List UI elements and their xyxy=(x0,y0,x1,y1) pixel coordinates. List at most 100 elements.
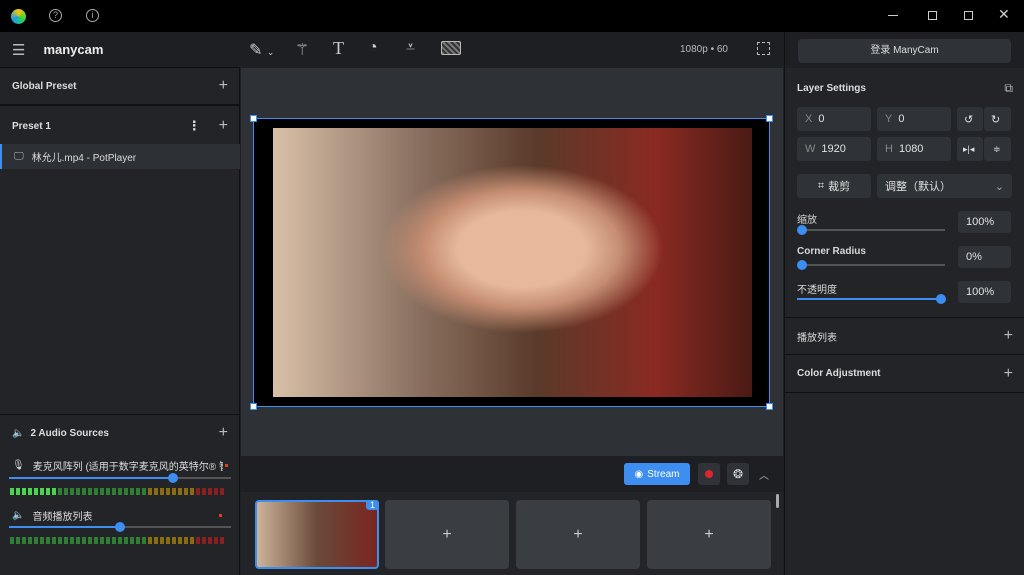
meter-segment xyxy=(94,537,98,544)
lower-third-icon[interactable]: ⩡ xyxy=(406,39,415,57)
add-global-preset-icon[interactable]: + xyxy=(219,77,228,95)
x-field[interactable]: X0 xyxy=(797,107,871,131)
y-field[interactable]: Y0 xyxy=(877,107,951,131)
meter-segment xyxy=(130,488,134,495)
meter-segment xyxy=(22,537,26,544)
opacity-slider[interactable] xyxy=(797,294,946,304)
meter-segment xyxy=(154,537,158,544)
mic-volume-slider[interactable] xyxy=(9,473,231,483)
chroma-key-icon[interactable] xyxy=(441,41,461,55)
meter-segment xyxy=(34,537,38,544)
meter-segment xyxy=(184,488,188,495)
meter-segment xyxy=(124,537,128,544)
info-icon[interactable]: i xyxy=(86,9,99,22)
meter-segment xyxy=(214,488,218,495)
preset-header: Preset 1 ⋮ + xyxy=(12,117,228,135)
meter-segment xyxy=(142,537,146,544)
meter-segment xyxy=(190,537,194,544)
meter-segment xyxy=(106,537,110,544)
meter-segment xyxy=(40,537,44,544)
timer-icon[interactable]: ◔ xyxy=(368,39,378,57)
source-item[interactable]: 🖵 林允儿.mp4 - PotPlayer xyxy=(0,144,240,169)
popout-icon[interactable]: ⧉ xyxy=(1004,81,1013,96)
add-preset-slot[interactable]: + xyxy=(385,500,509,569)
help-icon[interactable]: ? xyxy=(49,9,62,22)
height-field[interactable]: H 1080 xyxy=(877,137,951,161)
login-button[interactable]: 登录 ManyCam xyxy=(798,39,1011,63)
scale-slider[interactable] xyxy=(797,225,945,235)
text-icon[interactable]: T xyxy=(333,38,344,59)
meter-segment xyxy=(214,537,218,544)
meter-segment xyxy=(100,537,104,544)
broadcast-icon: ◉ xyxy=(634,468,644,480)
meter-segment xyxy=(70,537,74,544)
more-icon[interactable]: ⋮ xyxy=(188,118,201,134)
video-layer[interactable] xyxy=(250,115,773,410)
add-preset-slot[interactable]: + xyxy=(647,500,771,569)
meter-segment xyxy=(100,488,104,495)
meter-segment xyxy=(208,488,212,495)
width-field[interactable]: W 1920 xyxy=(797,137,871,161)
fullscreen-icon[interactable] xyxy=(757,42,770,55)
adjust-dropdown[interactable]: 调整（默认） ⌄ xyxy=(877,174,1012,198)
center-panel: ✎ ⌄ ⚚ T ◔ ⩡ 1080p • 60 ◉ Stream ❂ ︿ xyxy=(241,32,783,575)
meter-segment xyxy=(112,488,116,495)
monitor-icon: 🖵 xyxy=(14,151,24,162)
meter-segment xyxy=(28,537,32,544)
maximize-icon[interactable] xyxy=(964,11,973,20)
scale-field[interactable]: 100% xyxy=(958,211,1011,233)
crop-button[interactable]: ⌗ 裁剪 xyxy=(797,174,871,198)
meter-segment xyxy=(16,488,20,495)
rotate-left-button[interactable]: ↺ xyxy=(957,107,983,131)
add-source-icon[interactable]: + xyxy=(219,117,228,135)
menu-icon[interactable]: ☰ xyxy=(12,41,25,59)
left-panel: ☰ manycam Global Preset + Preset 1 ⋮ + 🖵 … xyxy=(0,32,240,575)
restore-icon[interactable] xyxy=(928,11,937,20)
stream-button[interactable]: ◉ Stream xyxy=(624,463,690,485)
meter-segment xyxy=(64,488,68,495)
meter-segment xyxy=(172,537,176,544)
magic-wand-icon[interactable]: ⚚ xyxy=(295,40,309,60)
preset-thumbnail-1[interactable]: 1 xyxy=(255,500,379,569)
corner-radius-slider[interactable] xyxy=(797,260,945,270)
meter-segment xyxy=(10,488,14,495)
meter-segment xyxy=(184,537,188,544)
thumbnail-scrollbar[interactable] xyxy=(776,494,779,508)
meter-segment xyxy=(82,488,86,495)
meter-segment xyxy=(202,488,206,495)
opacity-field[interactable]: 100% xyxy=(958,281,1011,303)
playlist-volume-slider[interactable] xyxy=(9,522,231,532)
flip-horizontal-button[interactable]: ▸|◂ xyxy=(957,137,983,161)
collapse-icon[interactable]: ︿ xyxy=(759,467,769,482)
meter-segment xyxy=(190,488,194,495)
pen-icon[interactable]: ✎ ⌄ xyxy=(249,40,274,60)
add-preset-slot[interactable]: + xyxy=(516,500,640,569)
meter-segment xyxy=(160,488,164,495)
title-bar: ? i ✕ xyxy=(0,0,1024,32)
playlist-section[interactable]: 播放列表 + xyxy=(785,317,1024,355)
meter-segment xyxy=(46,488,50,495)
speaker-icon: 🔈 xyxy=(12,509,25,521)
meter-segment xyxy=(88,537,92,544)
meter-segment xyxy=(178,488,182,495)
meter-segment xyxy=(196,537,200,544)
meter-segment xyxy=(136,537,140,544)
minimize-icon[interactable] xyxy=(888,15,898,16)
flip-vertical-button[interactable]: ≑ xyxy=(984,137,1011,161)
meter-segment xyxy=(82,537,86,544)
color-adjustment-section[interactable]: Color Adjustment + xyxy=(785,355,1024,393)
corner-radius-field[interactable]: 0% xyxy=(958,246,1011,268)
add-audio-icon[interactable]: + xyxy=(219,424,228,442)
meter-segment xyxy=(220,537,224,544)
record-button[interactable] xyxy=(698,463,720,485)
audio-source-playlist: 🔈 音频播放列表 xyxy=(0,507,240,523)
meter-segment xyxy=(58,537,62,544)
meter-segment xyxy=(148,488,152,495)
meter-segment xyxy=(124,488,128,495)
speaker-icon: 🔈 xyxy=(12,427,25,439)
playlist-level-meter xyxy=(10,537,224,544)
close-icon[interactable]: ✕ xyxy=(998,6,1010,23)
rotate-right-button[interactable]: ↻ xyxy=(984,107,1011,131)
resolution-selector[interactable]: 1080p • 60 xyxy=(680,44,728,55)
snapshot-button[interactable]: ❂ xyxy=(727,463,749,485)
